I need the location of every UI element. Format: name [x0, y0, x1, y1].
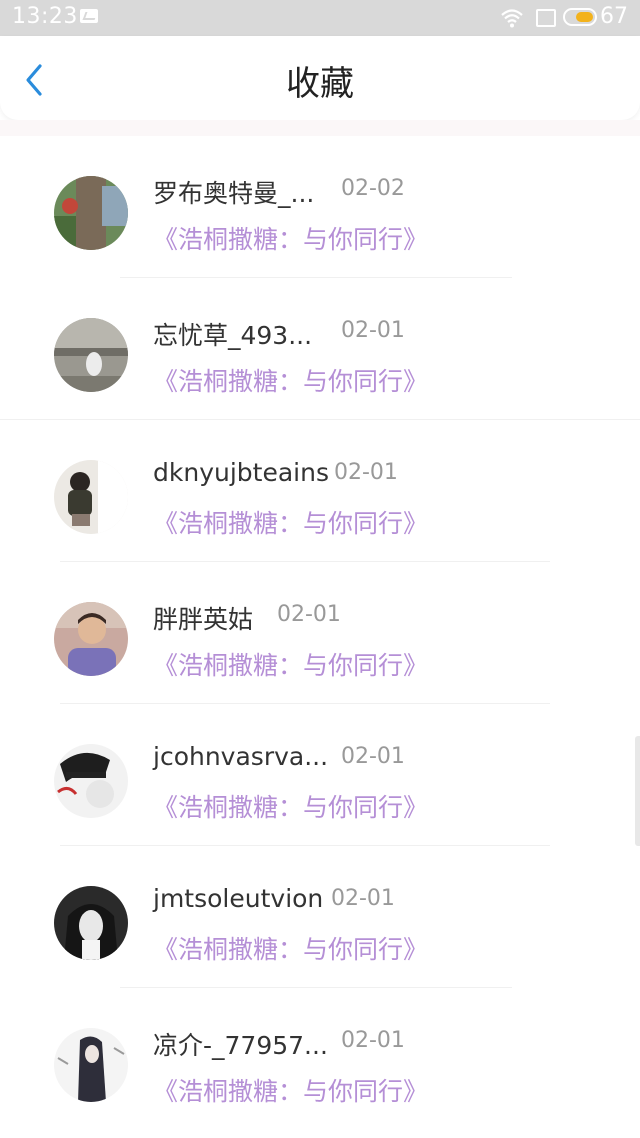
- list-item[interactable]: 凉介-_77957... 02-01 《浩桐撒糖：与你同行》: [0, 988, 640, 1130]
- list-item[interactable]: jmtsoleutvion 02-01 《浩桐撒糖：与你同行》: [0, 846, 640, 988]
- user-name: 罗布奥特曼_...: [153, 179, 315, 208]
- list-item[interactable]: dknyujbteains 02-01 《浩桐撒糖：与你同行》: [0, 420, 640, 562]
- page-title: 收藏: [286, 64, 354, 104]
- date: 02-01: [334, 460, 398, 485]
- work-title-link[interactable]: 《浩桐撒糖：与你同行》: [153, 504, 428, 540]
- avatar[interactable]: [54, 460, 128, 534]
- user-name: 胖胖英姑: [153, 605, 254, 634]
- work-title-link[interactable]: 《浩桐撒糖：与你同行》: [153, 930, 428, 966]
- avatar[interactable]: [54, 318, 128, 392]
- date: 02-02: [341, 176, 405, 201]
- favorites-list: 罗布奥特曼_... 02-02 《浩桐撒糖：与你同行》 忘忧草_493... 0…: [0, 136, 640, 1130]
- scroll-handle[interactable]: [635, 736, 640, 846]
- user-name: 忘忧草_493...: [153, 321, 313, 350]
- notification-icon: [80, 9, 98, 23]
- user-name: jcohnvasrva...: [153, 742, 329, 771]
- work-title-link[interactable]: 《浩桐撒糖：与你同行》: [153, 1072, 428, 1108]
- date: 02-01: [331, 886, 395, 911]
- avatar[interactable]: [54, 1028, 128, 1102]
- screen-icon: [536, 9, 556, 27]
- battery-icon: [563, 8, 597, 26]
- list-item[interactable]: 忘忧草_493... 02-01 《浩桐撒糖：与你同行》: [0, 278, 640, 420]
- avatar[interactable]: [54, 176, 128, 250]
- header: 收藏: [0, 36, 640, 120]
- wifi-icon: [501, 9, 523, 28]
- work-title-link[interactable]: 《浩桐撒糖：与你同行》: [153, 362, 428, 398]
- battery-percent: 67: [600, 4, 628, 29]
- status-time: 13:23: [12, 4, 78, 29]
- date: 02-01: [341, 744, 405, 769]
- list-item[interactable]: 罗布奥特曼_... 02-02 《浩桐撒糖：与你同行》: [0, 136, 640, 278]
- list-item[interactable]: 胖胖英姑 02-01 《浩桐撒糖：与你同行》: [0, 562, 640, 704]
- work-title-link[interactable]: 《浩桐撒糖：与你同行》: [153, 646, 428, 682]
- list-item[interactable]: jcohnvasrva... 02-01 《浩桐撒糖：与你同行》: [0, 704, 640, 846]
- header-gap: [0, 120, 640, 136]
- date: 02-01: [341, 1028, 405, 1053]
- battery-fill: [576, 12, 593, 22]
- user-name: jmtsoleutvion: [153, 884, 324, 913]
- date: 02-01: [277, 602, 341, 627]
- status-bar: 13:23 67: [0, 0, 640, 36]
- avatar[interactable]: [54, 886, 128, 960]
- user-name: 凉介-_77957...: [153, 1031, 328, 1060]
- date: 02-01: [341, 318, 405, 343]
- avatar[interactable]: [54, 744, 128, 818]
- user-name: dknyujbteains: [153, 458, 329, 487]
- work-title-link[interactable]: 《浩桐撒糖：与你同行》: [153, 788, 428, 824]
- avatar[interactable]: [54, 602, 128, 676]
- work-title-link[interactable]: 《浩桐撒糖：与你同行》: [153, 220, 428, 256]
